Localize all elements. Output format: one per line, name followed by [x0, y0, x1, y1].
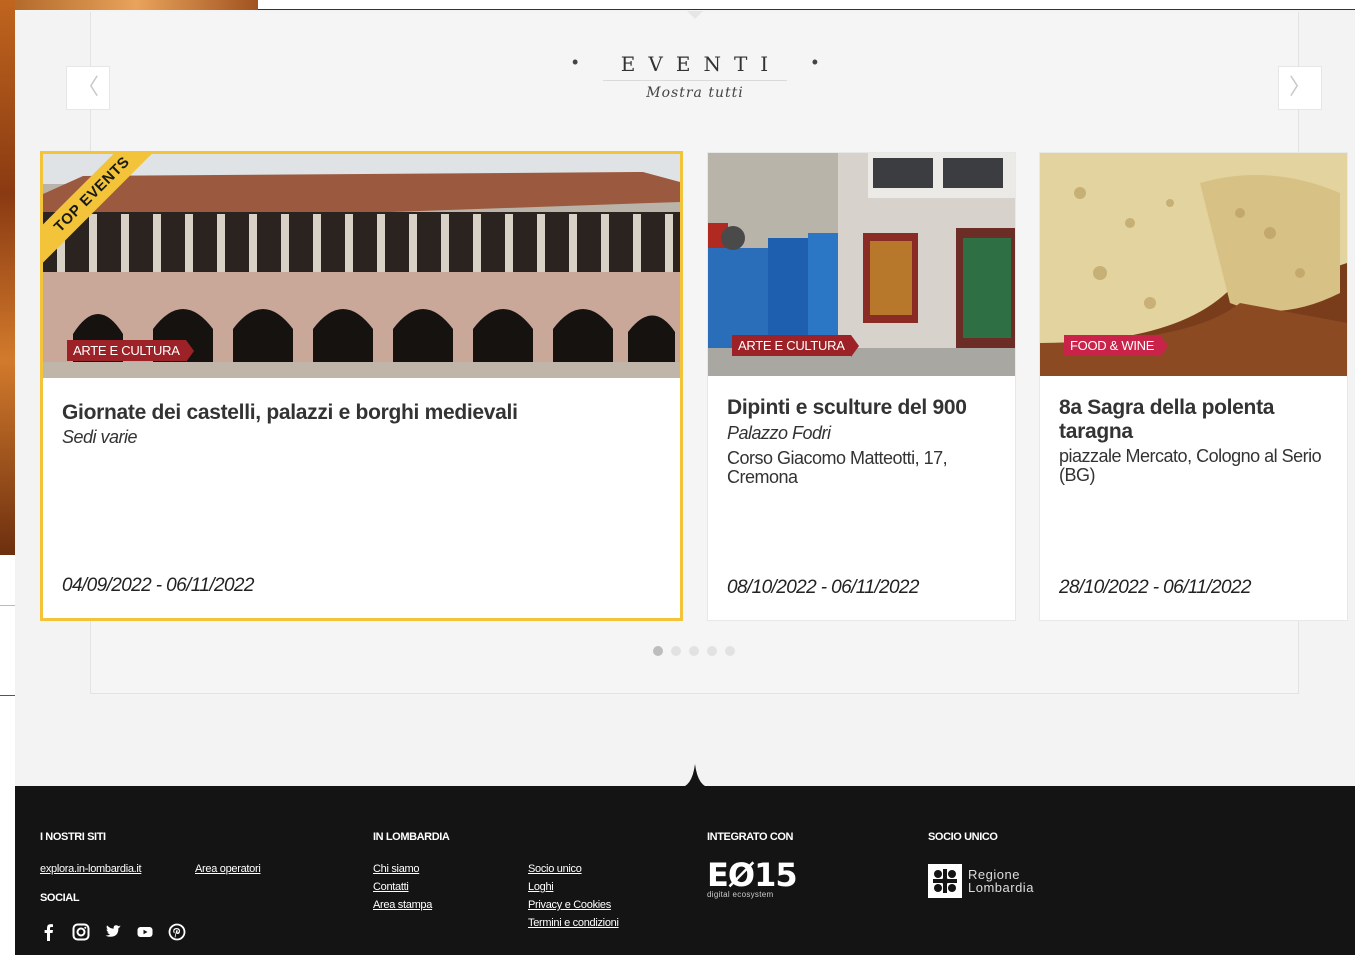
carousel-prev-button[interactable]: 〈 — [66, 66, 110, 110]
section-title: EVENTI — [602, 52, 788, 81]
event-address: piazzale Mercato, Cologno al Serio (BG) — [1059, 446, 1322, 485]
background-image-left — [0, 0, 15, 555]
show-all-link[interactable]: Mostra tutti — [610, 85, 780, 101]
event-dates: 04/09/2022 - 06/11/2022 — [62, 575, 254, 596]
carousel-pager — [653, 646, 735, 656]
footer-heading-integrato-con: INTEGRATO CON — [707, 831, 794, 843]
footer-link-privacy-cookies[interactable]: Privacy e Cookies — [528, 899, 611, 911]
regione-lombardia-logo[interactable]: Regione Lombardia — [928, 864, 1034, 898]
facebook-icon[interactable] — [40, 923, 58, 941]
event-title[interactable]: Giornate dei castelli, palazzi e borghi … — [62, 401, 518, 425]
footer-heading-socio-unico: SOCIO UNICO — [928, 831, 998, 843]
category-badge: ARTE E CULTURA — [67, 340, 194, 362]
pager-dot[interactable] — [653, 646, 663, 656]
event-dates: 08/10/2022 - 06/11/2022 — [727, 577, 919, 598]
heading-dot-icon: • — [811, 52, 818, 72]
chevron-left-icon: 〈 — [76, 75, 99, 100]
event-title[interactable]: 8a Sagra della polenta taragna — [1059, 396, 1329, 444]
youtube-icon[interactable] — [136, 923, 154, 941]
event-dates: 28/10/2022 - 06/11/2022 — [1059, 577, 1251, 598]
footer-link-area-operatori[interactable]: Area operatori — [195, 863, 261, 875]
category-badge: ARTE E CULTURA — [732, 335, 859, 357]
footer-heading-social: SOCIAL — [40, 892, 80, 904]
footer-link-explora[interactable]: explora.in-lombardia.it — [40, 863, 142, 875]
background-image-top — [15, 0, 258, 10]
pinterest-icon[interactable] — [168, 923, 186, 941]
regione-line2: Lombardia — [968, 880, 1034, 895]
footer-link-contatti[interactable]: Contatti — [373, 881, 409, 893]
event-card[interactable]: FOOD & WINE 8a Sagra della polenta tarag… — [1039, 152, 1348, 621]
carousel-next-button[interactable]: 〉 — [1278, 66, 1322, 110]
footer-link-termini-condizioni[interactable]: Termini e condizioni — [528, 917, 619, 929]
pager-dot[interactable] — [707, 646, 717, 656]
footer-heading-in-lombardia: IN LOMBARDIA — [373, 831, 450, 843]
footer-link-chi-siamo[interactable]: Chi siamo — [373, 863, 420, 875]
event-title[interactable]: Dipinti e sculture del 900 — [727, 396, 997, 420]
ribbon-label: TOP EVENTS — [40, 151, 160, 268]
footer: I NOSTRI SITI explora.in-lombardia.it Ar… — [15, 786, 1355, 955]
heading-dot-icon: • — [572, 52, 579, 72]
pager-dot[interactable] — [725, 646, 735, 656]
chevron-right-icon: 〉 — [1288, 75, 1311, 100]
background-divider — [0, 695, 15, 696]
panel-top-notch — [687, 11, 703, 19]
regione-lombardia-emblem-icon — [928, 864, 962, 898]
category-badge: FOOD & WINE — [1064, 335, 1169, 357]
instagram-icon[interactable] — [72, 923, 90, 941]
section-heading: • EVENTI • — [560, 52, 830, 81]
background-divider — [0, 605, 15, 606]
footer-link-socio-unico[interactable]: Socio unico — [528, 863, 582, 875]
social-links — [40, 923, 186, 941]
twitter-icon[interactable] — [104, 923, 122, 941]
event-venue: Sedi varie — [62, 427, 138, 447]
pager-dot[interactable] — [671, 646, 681, 656]
footer-notch — [678, 764, 712, 788]
event-card-featured[interactable]: TOP EVENTS ARTE E CULTURA Giornate dei c… — [40, 151, 683, 621]
event-venue: Palazzo Fodri — [727, 423, 831, 443]
footer-link-loghi[interactable]: Loghi — [528, 881, 554, 893]
pager-dot[interactable] — [689, 646, 699, 656]
e015-logo-text: EØ15 — [707, 856, 798, 894]
top-events-ribbon: TOP EVENTS — [40, 151, 160, 271]
event-card[interactable]: ARTE E CULTURA Dipinti e sculture del 90… — [707, 152, 1016, 621]
footer-link-area-stampa[interactable]: Area stampa — [373, 899, 432, 911]
footer-heading-our-sites: I NOSTRI SITI — [40, 831, 106, 843]
e015-logo[interactable]: EØ15 digital ecosystem — [707, 856, 798, 899]
event-address: Corso Giacomo Matteotti, 17, Cremona — [727, 448, 948, 487]
